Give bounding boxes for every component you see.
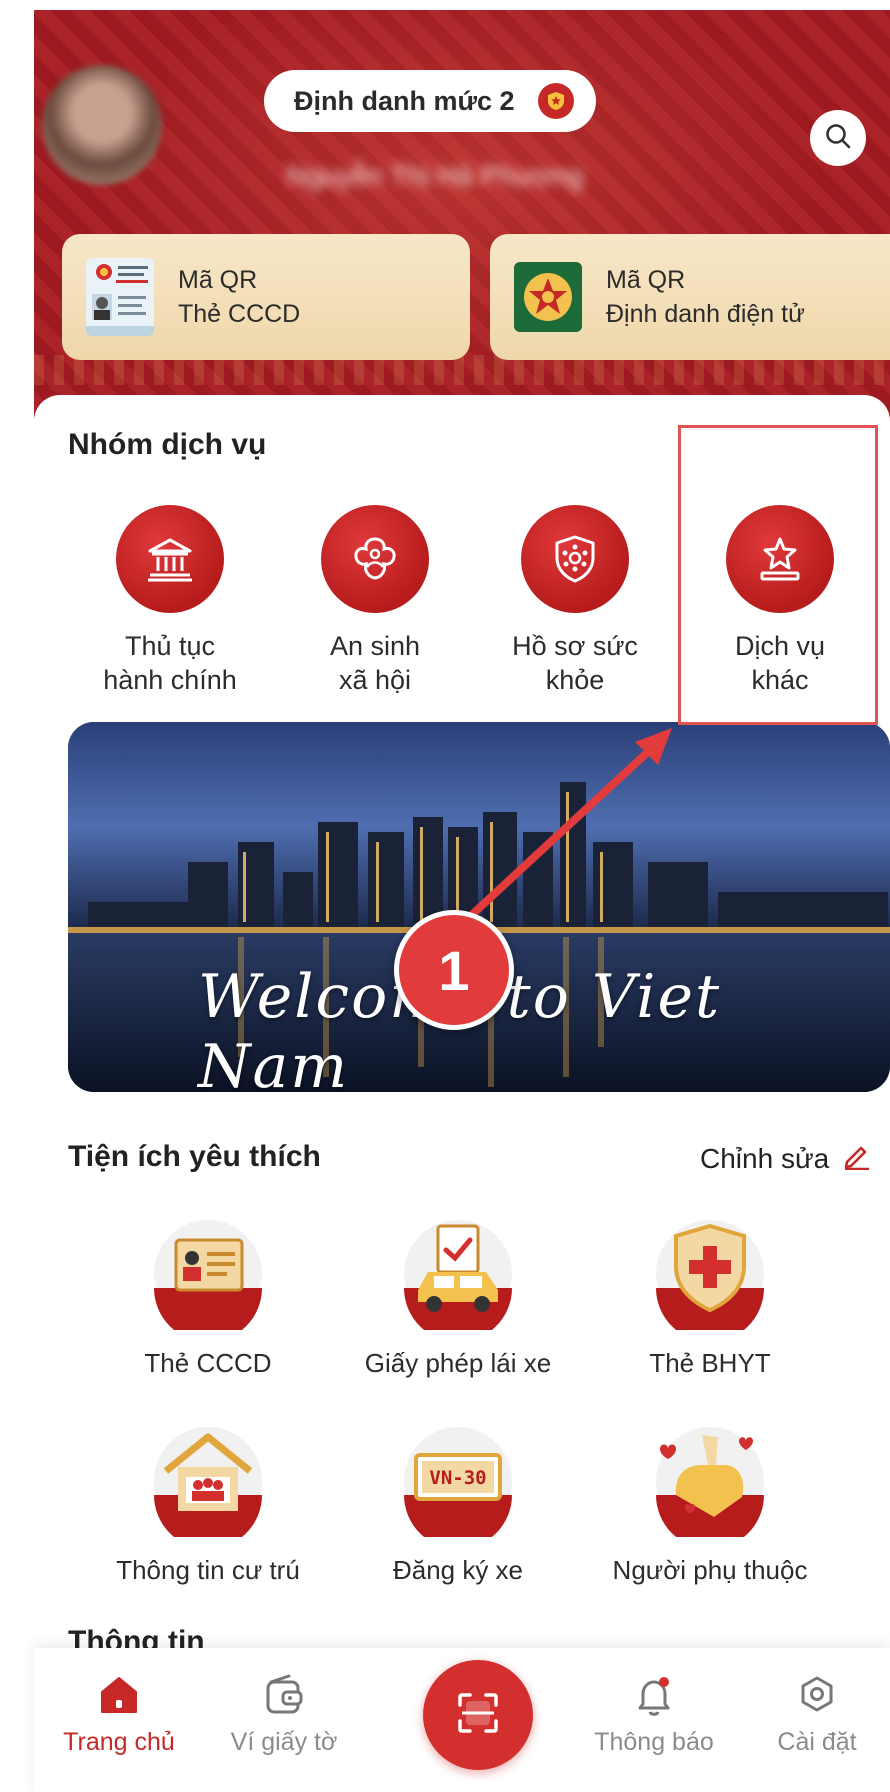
- shield-icon: [538, 83, 574, 119]
- banner-caption: Welcome to Viet Nam: [198, 962, 722, 1092]
- favorite-label: Giấy phép lái xe: [364, 1348, 552, 1378]
- favorite-label: Đăng ký xe: [392, 1555, 524, 1585]
- qr-card-cccd[interactable]: Mã QR Thẻ CCCD: [62, 234, 470, 360]
- services-section-title: Nhóm dịch vụ: [68, 428, 267, 461]
- edit-favorites-link[interactable]: Chỉnh sửa: [700, 1140, 871, 1177]
- police-emblem-icon: [514, 258, 582, 336]
- qr-card-cccd-title: Mã QR: [178, 266, 258, 294]
- id-card-icon: [152, 1218, 264, 1342]
- edit-label: Chỉnh sửa: [700, 1142, 830, 1174]
- favorite-label: Thẻ BHYT: [649, 1348, 771, 1378]
- app-screen: Định danh mức 2 Nguyễn Thị Hà Phương Mã …: [0, 0, 890, 1792]
- favorite-residence[interactable]: Thông tin cư trú: [88, 1425, 328, 1586]
- step-number-badge: 1: [394, 910, 514, 1030]
- driver-license-icon: [402, 1218, 514, 1342]
- id-level-badge[interactable]: Định danh mức 2: [264, 70, 596, 132]
- social-welfare-icon: [321, 505, 429, 613]
- favorite-health-insurance[interactable]: Thẻ BHYT: [590, 1218, 830, 1379]
- avatar[interactable]: [42, 65, 162, 185]
- favorite-label: Thẻ CCCD: [144, 1348, 272, 1378]
- wallet-icon: [209, 1668, 359, 1718]
- service-health-records[interactable]: Hồ sơ sức khỏe: [480, 505, 670, 697]
- bottom-navigation: Trang chủ Ví giấy tờ Thông báo Cài đặt: [34, 1648, 890, 1792]
- service-administrative-procedures[interactable]: Thủ tục hành chính: [75, 505, 265, 697]
- nav-home[interactable]: Trang chủ: [54, 1668, 184, 1757]
- id-level-label: Định danh mức 2: [294, 85, 515, 116]
- search-icon: [823, 121, 853, 156]
- vehicle-registration-icon: VN-30: [402, 1425, 514, 1549]
- health-shield-icon: [521, 505, 629, 613]
- health-insurance-icon: [654, 1218, 766, 1342]
- pencil-icon: [841, 1140, 871, 1177]
- residence-icon: [152, 1425, 264, 1549]
- home-icon: [54, 1668, 184, 1718]
- nav-wallet-label: Ví giấy tờ: [230, 1728, 338, 1756]
- favorites-section-title: Tiện ích yêu thích: [68, 1140, 321, 1173]
- service-label: An sinh xã hội: [329, 631, 421, 695]
- plate-text: VN-30: [429, 1467, 486, 1489]
- cccd-card-icon: [86, 258, 154, 336]
- user-name: Nguyễn Thị Hà Phương: [286, 160, 584, 191]
- dependents-icon: [654, 1425, 766, 1549]
- service-label: Thủ tục hành chính: [103, 631, 237, 695]
- bell-icon: [579, 1668, 729, 1718]
- nav-home-label: Trang chủ: [63, 1728, 175, 1756]
- highlight-box: [678, 425, 878, 725]
- service-label: Hồ sơ sức khỏe: [512, 631, 638, 695]
- nav-settings-label: Cài đặt: [777, 1728, 857, 1756]
- government-building-icon: [116, 505, 224, 613]
- favorite-driver-license[interactable]: Giấy phép lái xe: [338, 1218, 578, 1379]
- nav-wallet[interactable]: Ví giấy tờ: [209, 1668, 359, 1757]
- service-social-welfare[interactable]: An sinh xã hội: [280, 505, 470, 697]
- favorite-label: Thông tin cư trú: [116, 1555, 300, 1585]
- qr-card-electronic-id[interactable]: Mã QR Định danh điện tử: [490, 234, 890, 360]
- scan-button[interactable]: [423, 1660, 533, 1770]
- qr-card-eid-title: Mã QR: [606, 266, 686, 294]
- favorite-vehicle-registration[interactable]: VN-30 Đăng ký xe: [338, 1425, 578, 1586]
- favorite-label: Người phụ thuộc: [612, 1555, 808, 1585]
- favorite-dependents[interactable]: Người phụ thuộc: [590, 1425, 830, 1586]
- qr-card-cccd-subtitle: Thẻ CCCD: [178, 300, 301, 328]
- settings-icon: [752, 1668, 882, 1718]
- qr-card-eid-subtitle: Định danh điện tử: [606, 300, 805, 328]
- favorite-cccd[interactable]: Thẻ CCCD: [88, 1218, 328, 1379]
- search-button[interactable]: [810, 110, 866, 166]
- scan-icon: [450, 1685, 506, 1746]
- nav-settings[interactable]: Cài đặt: [752, 1668, 882, 1757]
- nav-notifications-label: Thông báo: [594, 1728, 714, 1756]
- nav-notifications[interactable]: Thông báo: [579, 1668, 729, 1757]
